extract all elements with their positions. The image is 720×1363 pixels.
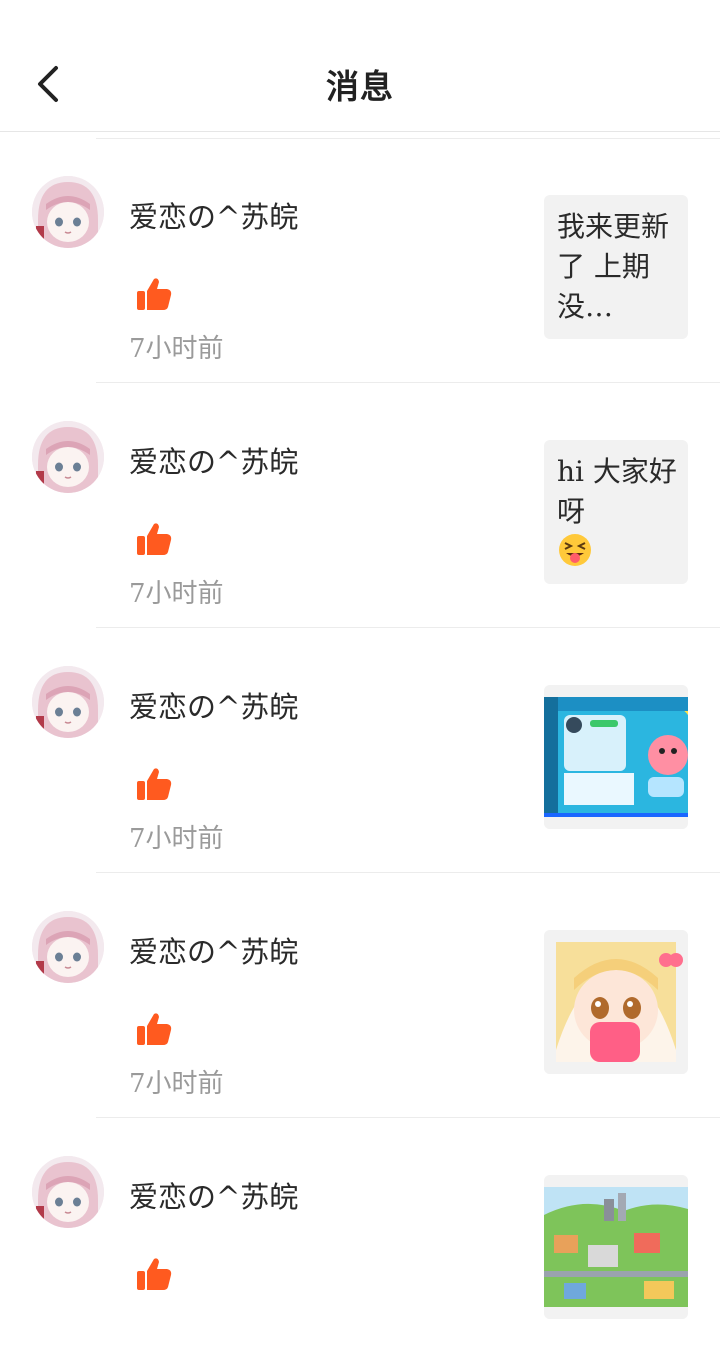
preview-thumbnail [544, 1175, 688, 1319]
top-bar: 消息 [0, 0, 720, 132]
timestamp: 7小时前 [129, 824, 224, 854]
timestamp: 7小时前 [129, 579, 224, 609]
preview-thumbnail [544, 685, 688, 829]
thumbs-up-icon [137, 278, 172, 310]
post-preview[interactable] [544, 930, 688, 1074]
username[interactable]: 爱恋の^苏皖 [129, 684, 298, 726]
preview-text: hi 大家好 呀 … [544, 440, 688, 584]
thumbs-up-icon [137, 768, 172, 800]
list-item[interactable]: 爱恋の^苏皖 7小时前 我来更新了 上期没… [0, 138, 720, 383]
username[interactable]: 爱恋の^苏皖 [129, 929, 298, 971]
avatar[interactable] [32, 176, 104, 248]
post-preview[interactable]: 我来更新了 上期没… [544, 195, 688, 339]
username[interactable]: 爱恋の^苏皖 [129, 194, 298, 236]
thumbs-up-icon [137, 523, 172, 555]
preview-text-line: hi 大家好 [557, 455, 677, 488]
squinting-tongue-emoji [559, 534, 591, 566]
post-preview[interactable] [544, 685, 688, 829]
avatar[interactable] [32, 1156, 104, 1228]
list-item[interactable]: 爱恋の^苏皖 7小时前 hi 大家好 呀 … [0, 383, 720, 628]
username[interactable]: 爱恋の^苏皖 [129, 1174, 298, 1216]
preview-thumbnail [544, 930, 688, 1074]
page-title: 消息 [326, 67, 394, 106]
avatar[interactable] [32, 421, 104, 493]
timestamp: 7小时前 [129, 334, 224, 364]
post-preview[interactable]: hi 大家好 呀 … [544, 440, 688, 584]
thumbs-up-icon [137, 1013, 172, 1045]
list-item[interactable]: 爱恋の^苏皖 7小时前 [0, 873, 720, 1118]
post-preview[interactable] [544, 1175, 688, 1319]
list-item[interactable]: 爱恋の^苏皖 [0, 1118, 720, 1363]
preview-text: 我来更新了 上期没… [557, 210, 670, 323]
avatar[interactable] [32, 666, 104, 738]
preview-text-line: 呀 [557, 495, 586, 528]
thumbs-up-icon [137, 1258, 172, 1290]
username[interactable]: 爱恋の^苏皖 [129, 439, 298, 481]
timestamp: 7小时前 [129, 1069, 224, 1099]
list-item[interactable]: 爱恋の^苏皖 7小时前 [0, 628, 720, 873]
preview-text-ellipsis: … [557, 571, 585, 584]
avatar[interactable] [32, 911, 104, 983]
